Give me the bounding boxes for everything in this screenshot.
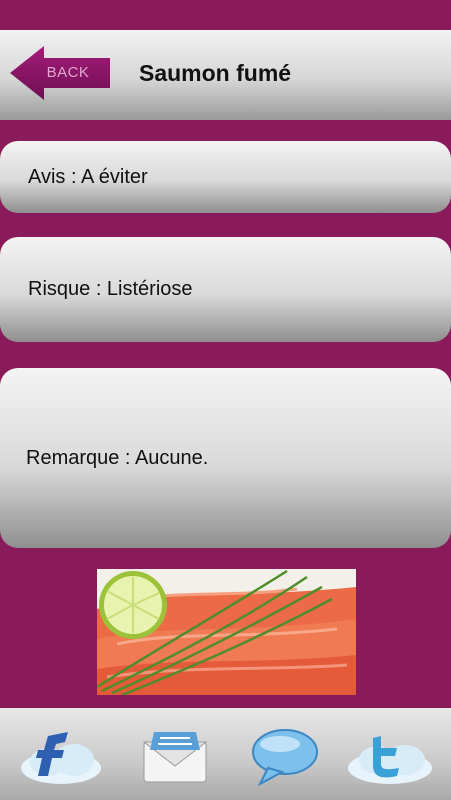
back-button[interactable]: BACK [10,44,110,102]
risque-card: Risque : Listériose [0,237,451,342]
navigation-bar: BACK Saumon fumé [0,30,451,120]
speech-bubble-icon[interactable] [250,726,320,791]
facebook-cloud-icon[interactable] [18,726,104,791]
mail-envelope-icon[interactable] [140,726,210,791]
back-label: BACK [46,64,90,81]
remarque-text: Remarque : Aucune. [26,446,209,469]
twitter-cloud-icon[interactable] [345,726,435,791]
risque-text: Risque : Listériose [28,278,193,300]
salmon-image [97,569,356,695]
avis-text: Avis : A éviter [28,165,148,188]
remarque-card: Remarque : Aucune. [0,368,451,548]
page-title: Saumon fumé [139,60,292,86]
share-tabbar [0,708,451,800]
avis-card: Avis : A éviter [0,141,451,213]
status-bar [0,0,451,30]
